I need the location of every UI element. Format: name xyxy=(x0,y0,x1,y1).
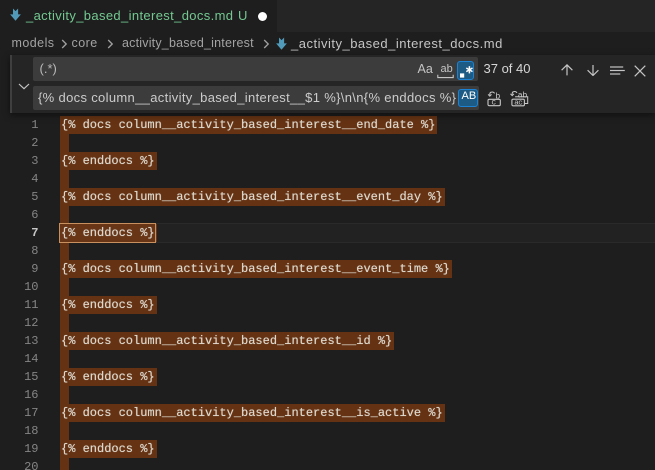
svg-text:ac: ac xyxy=(514,100,522,108)
svg-text:c: c xyxy=(491,99,496,107)
